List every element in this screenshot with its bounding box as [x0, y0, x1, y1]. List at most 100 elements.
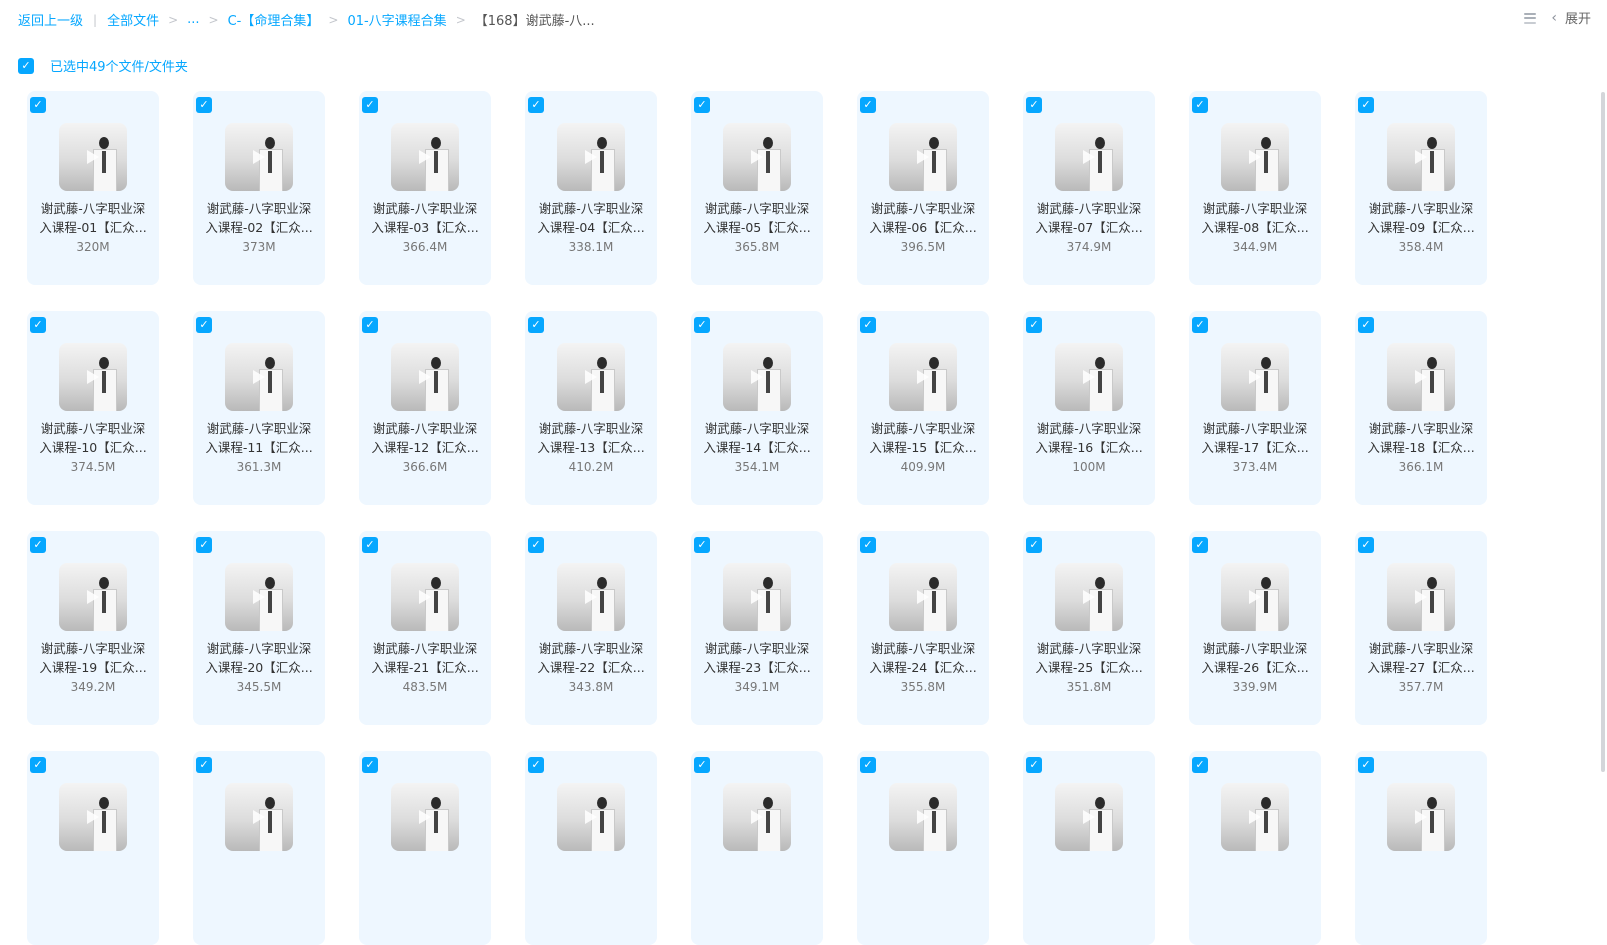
- file-card[interactable]: ✓ 谢武藤-八字职业深 入课程-01【汇众... 320M: [27, 91, 159, 285]
- file-card[interactable]: ✓: [359, 751, 491, 945]
- select-all-checkbox[interactable]: ✓: [18, 57, 34, 74]
- file-card[interactable]: ✓: [691, 751, 823, 945]
- file-card[interactable]: ✓: [1355, 751, 1487, 945]
- file-card[interactable]: ✓: [525, 751, 657, 945]
- file-checkbox[interactable]: ✓: [1192, 317, 1208, 333]
- file-card[interactable]: ✓ 谢武藤-八字职业深 入课程-03【汇众... 366.4M: [359, 91, 491, 285]
- file-checkbox[interactable]: ✓: [30, 317, 46, 333]
- file-card[interactable]: ✓ 谢武藤-八字职业深 入课程-02【汇众... 373M: [193, 91, 325, 285]
- file-checkbox[interactable]: ✓: [860, 757, 876, 773]
- breadcrumb-course-folder[interactable]: 01-八字课程合集: [347, 10, 446, 29]
- file-checkbox[interactable]: ✓: [1026, 97, 1042, 113]
- back-link[interactable]: 返回上一级: [18, 10, 83, 29]
- expand-button[interactable]: ‹ 展开: [1551, 8, 1591, 28]
- file-card[interactable]: ✓ 谢武藤-八字职业深 入课程-11【汇众... 361.3M: [193, 311, 325, 505]
- file-checkbox[interactable]: ✓: [30, 97, 46, 113]
- file-checkbox[interactable]: ✓: [528, 757, 544, 773]
- file-card[interactable]: ✓ 谢武藤-八字职业深 入课程-18【汇众... 366.1M: [1355, 311, 1487, 505]
- file-card[interactable]: ✓: [1023, 751, 1155, 945]
- file-card[interactable]: ✓: [1189, 751, 1321, 945]
- file-card[interactable]: ✓ 谢武藤-八字职业深 入课程-10【汇众... 374.5M: [27, 311, 159, 505]
- file-name: 谢武藤-八字职业深 入课程-23【汇众...: [697, 639, 817, 677]
- file-checkbox[interactable]: ✓: [362, 317, 378, 333]
- file-checkbox[interactable]: ✓: [860, 97, 876, 113]
- file-card[interactable]: ✓ 谢武藤-八字职业深 入课程-23【汇众... 349.1M: [691, 531, 823, 725]
- file-checkbox[interactable]: ✓: [1192, 537, 1208, 553]
- file-checkbox[interactable]: ✓: [694, 757, 710, 773]
- file-name: 谢武藤-八字职业深 入课程-04【汇众...: [531, 199, 651, 237]
- file-checkbox[interactable]: ✓: [528, 537, 544, 553]
- file-name-line1: 谢武藤-八字职业深: [372, 201, 478, 216]
- video-thumbnail: [723, 123, 791, 191]
- file-card[interactable]: ✓ 谢武藤-八字职业深 入课程-08【汇众... 344.9M: [1189, 91, 1321, 285]
- file-card[interactable]: ✓ 谢武藤-八字职业深 入课程-04【汇众... 338.1M: [525, 91, 657, 285]
- file-card[interactable]: ✓: [857, 751, 989, 945]
- file-name-line2: 入课程-11【汇众...: [205, 440, 313, 455]
- file-card[interactable]: ✓ 谢武藤-八字职业深 入课程-19【汇众... 349.2M: [27, 531, 159, 725]
- file-checkbox[interactable]: ✓: [30, 757, 46, 773]
- breadcrumb-all-files[interactable]: 全部文件: [107, 10, 159, 29]
- file-checkbox[interactable]: ✓: [528, 317, 544, 333]
- breadcrumb-c-folder[interactable]: C-【命理合集】: [228, 10, 320, 29]
- file-checkbox[interactable]: ✓: [30, 537, 46, 553]
- file-card[interactable]: ✓ 谢武藤-八字职业深 入课程-27【汇众... 357.7M: [1355, 531, 1487, 725]
- file-card[interactable]: ✓ 谢武藤-八字职业深 入课程-07【汇众... 374.9M: [1023, 91, 1155, 285]
- file-card[interactable]: ✓ 谢武藤-八字职业深 入课程-09【汇众... 358.4M: [1355, 91, 1487, 285]
- file-card[interactable]: ✓ 谢武藤-八字职业深 入课程-12【汇众... 366.6M: [359, 311, 491, 505]
- file-card[interactable]: ✓: [27, 751, 159, 945]
- video-thumbnail: [1055, 783, 1123, 851]
- file-checkbox[interactable]: ✓: [362, 537, 378, 553]
- file-card[interactable]: ✓ 谢武藤-八字职业深 入课程-20【汇众... 345.5M: [193, 531, 325, 725]
- file-card[interactable]: ✓ 谢武藤-八字职业深 入课程-17【汇众... 373.4M: [1189, 311, 1321, 505]
- file-card[interactable]: ✓ 谢武藤-八字职业深 入课程-06【汇众... 396.5M: [857, 91, 989, 285]
- file-checkbox[interactable]: ✓: [196, 537, 212, 553]
- file-checkbox[interactable]: ✓: [1026, 537, 1042, 553]
- file-checkbox[interactable]: ✓: [196, 97, 212, 113]
- file-card[interactable]: ✓ 谢武藤-八字职业深 入课程-05【汇众... 365.8M: [691, 91, 823, 285]
- file-checkbox[interactable]: ✓: [362, 97, 378, 113]
- list-view-icon[interactable]: [1523, 11, 1537, 25]
- selection-bar: ✓ 已选中49个文件/文件夹: [18, 56, 188, 75]
- file-checkbox[interactable]: ✓: [860, 537, 876, 553]
- video-thumbnail: [225, 783, 293, 851]
- file-size: 373M: [242, 240, 276, 254]
- file-card[interactable]: ✓ 谢武藤-八字职业深 入课程-21【汇众... 483.5M: [359, 531, 491, 725]
- file-card[interactable]: ✓ 谢武藤-八字职业深 入课程-16【汇众... 100M: [1023, 311, 1155, 505]
- file-checkbox[interactable]: ✓: [362, 757, 378, 773]
- file-checkbox[interactable]: ✓: [694, 97, 710, 113]
- thumbnail-figure: [259, 797, 283, 851]
- file-checkbox[interactable]: ✓: [1358, 537, 1374, 553]
- file-name-line1: 谢武藤-八字职业深: [870, 641, 976, 656]
- video-thumbnail: [59, 343, 127, 411]
- file-checkbox[interactable]: ✓: [528, 97, 544, 113]
- file-checkbox[interactable]: ✓: [1026, 757, 1042, 773]
- thumbnail-figure: [1255, 797, 1279, 851]
- file-card[interactable]: ✓ 谢武藤-八字职业深 入课程-22【汇众... 343.8M: [525, 531, 657, 725]
- file-card[interactable]: ✓ 谢武藤-八字职业深 入课程-13【汇众... 410.2M: [525, 311, 657, 505]
- file-checkbox[interactable]: ✓: [860, 317, 876, 333]
- file-checkbox[interactable]: ✓: [1192, 757, 1208, 773]
- breadcrumb-ellipsis[interactable]: ...: [187, 12, 199, 27]
- file-checkbox[interactable]: ✓: [1192, 97, 1208, 113]
- file-card[interactable]: ✓ 谢武藤-八字职业深 入课程-25【汇众... 351.8M: [1023, 531, 1155, 725]
- file-card[interactable]: ✓ 谢武藤-八字职业深 入课程-14【汇众... 354.1M: [691, 311, 823, 505]
- file-checkbox[interactable]: ✓: [694, 537, 710, 553]
- file-name-line1: 谢武藤-八字职业深: [704, 421, 810, 436]
- file-card[interactable]: ✓ 谢武藤-八字职业深 入课程-15【汇众... 409.9M: [857, 311, 989, 505]
- file-card[interactable]: ✓ 谢武藤-八字职业深 入课程-24【汇众... 355.8M: [857, 531, 989, 725]
- file-name-line2: 入课程-04【汇众...: [537, 220, 645, 235]
- file-size: 355.8M: [900, 680, 946, 694]
- file-checkbox[interactable]: ✓: [196, 317, 212, 333]
- scrollbar[interactable]: [1601, 92, 1605, 772]
- file-name-line2: 入课程-20【汇众...: [205, 660, 313, 675]
- file-size: 396.5M: [900, 240, 946, 254]
- file-card[interactable]: ✓: [193, 751, 325, 945]
- file-checkbox[interactable]: ✓: [694, 317, 710, 333]
- file-checkbox[interactable]: ✓: [1026, 317, 1042, 333]
- file-checkbox[interactable]: ✓: [1358, 97, 1374, 113]
- file-card[interactable]: ✓ 谢武藤-八字职业深 入课程-26【汇众... 339.9M: [1189, 531, 1321, 725]
- play-icon: [253, 590, 265, 604]
- file-checkbox[interactable]: ✓: [196, 757, 212, 773]
- file-checkbox[interactable]: ✓: [1358, 317, 1374, 333]
- file-checkbox[interactable]: ✓: [1358, 757, 1374, 773]
